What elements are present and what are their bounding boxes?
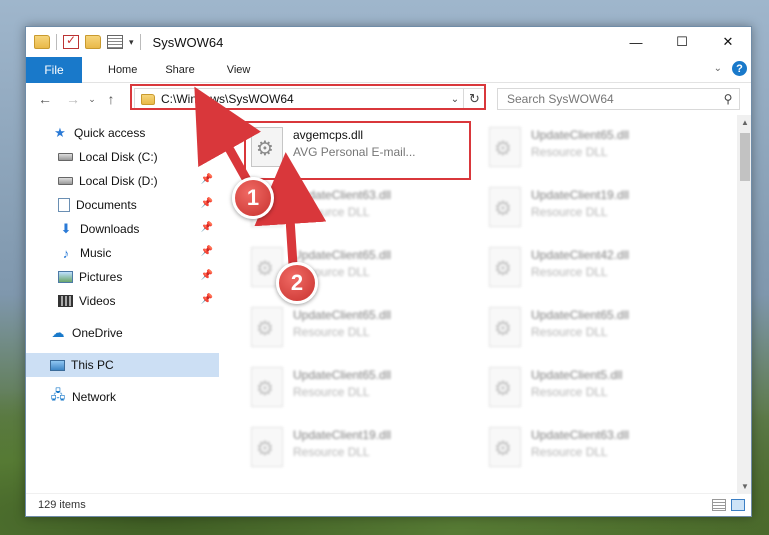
step-badge-1: 1 bbox=[232, 177, 274, 219]
arrow-to-address bbox=[194, 86, 262, 187]
annotation-arrows bbox=[194, 86, 327, 270]
step-badge-2: 2 bbox=[276, 262, 318, 304]
arrow-to-file bbox=[254, 152, 327, 270]
